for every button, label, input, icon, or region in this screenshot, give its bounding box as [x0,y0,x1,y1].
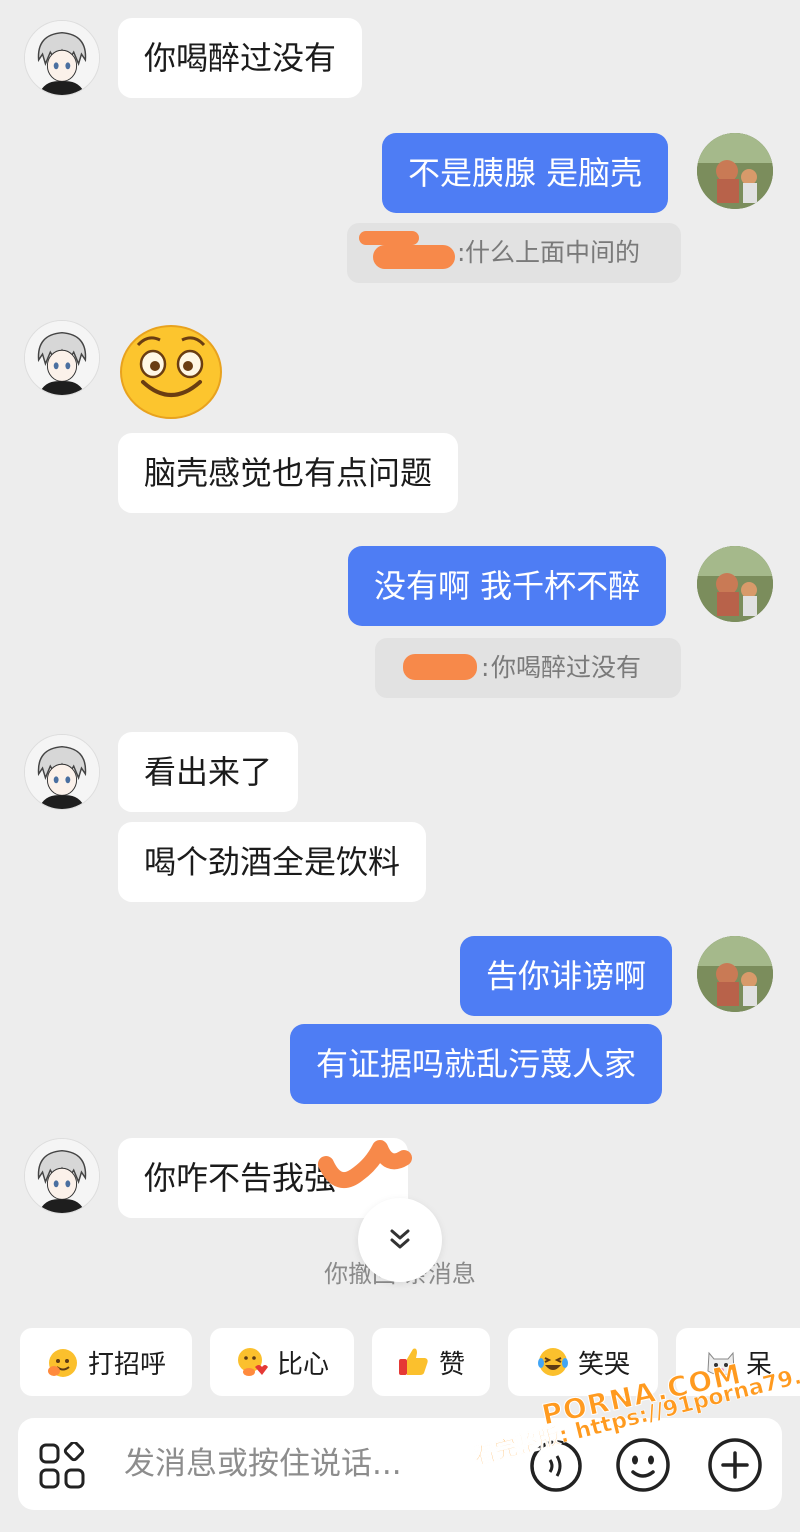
message-bubble-incoming[interactable]: 脑壳感觉也有点问题 [118,433,459,513]
wave-emoji-icon [47,1349,77,1377]
smile-sticker[interactable] [118,320,224,420]
quick-reply-like[interactable]: 赞 [372,1328,490,1396]
chip-label: 打招呼 [87,1349,166,1380]
my-avatar[interactable] [697,936,773,1012]
my-avatar[interactable] [697,546,773,622]
redaction-mark [403,654,477,680]
quote-text: 什么上面中间的 [465,238,641,267]
quick-reply-greet[interactable]: 打招呼 [20,1328,192,1396]
quote-colon: : [481,653,490,682]
apps-grid-icon[interactable] [38,1442,86,1490]
message-bubble-outgoing[interactable]: 没有啊 我千杯不醉 [348,546,667,626]
message-bubble-outgoing[interactable]: 告你诽谤啊 [460,936,673,1016]
message-bubble-incoming[interactable]: 喝个劲酒全是饮料 [118,822,427,902]
chip-label: 比心 [276,1349,329,1380]
redaction-mark [373,245,455,269]
redaction-mark [318,1140,412,1189]
message-bubble-outgoing[interactable]: 有证据吗就乱污蔑人家 [290,1024,663,1104]
contact-avatar[interactable] [24,1138,100,1214]
laugh-cry-emoji-icon [537,1348,568,1376]
my-avatar[interactable] [697,133,773,209]
quote-text: 你喝醉过没有 [491,653,642,682]
quick-reply-heart[interactable]: 比心 [210,1328,354,1396]
chip-label: 笑哭 [577,1349,630,1380]
scroll-to-bottom-button[interactable] [358,1198,442,1282]
message-input[interactable]: 发消息或按住说话... [124,1418,402,1510]
message-bubble-outgoing[interactable]: 不是胰腺 是脑壳 [382,133,669,213]
heart-hands-emoji-icon [237,1348,268,1376]
contact-avatar[interactable] [24,734,100,810]
thumbs-up-emoji-icon [398,1348,428,1375]
contact-avatar[interactable] [24,20,100,96]
emoji-icon[interactable] [614,1436,672,1494]
quoted-reply[interactable]: : 你喝醉过没有 [375,638,681,698]
message-input-bar: 发消息或按住说话... [18,1418,782,1510]
double-chevron-down-icon [390,1229,410,1249]
contact-avatar[interactable] [24,320,100,396]
quoted-reply[interactable]: : 什么上面中间的 [347,223,681,283]
plus-icon[interactable] [706,1436,764,1494]
message-bubble-incoming[interactable]: 你喝醉过没有 [118,18,363,98]
chip-label: 赞 [438,1349,465,1380]
redaction-mark [359,231,419,245]
message-bubble-incoming[interactable]: 看出来了 [118,732,299,812]
